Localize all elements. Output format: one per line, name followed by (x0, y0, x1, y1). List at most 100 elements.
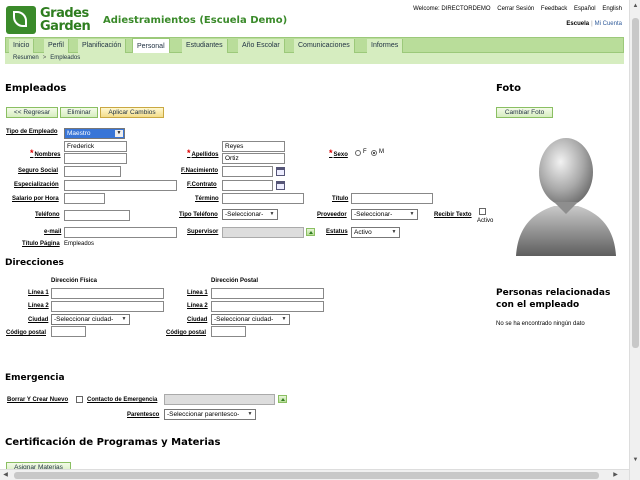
leaf-logo-icon (6, 6, 36, 34)
horizontal-scrollbar[interactable]: ◀ ▶ (0, 469, 629, 480)
feedback-link[interactable]: Feedback (541, 6, 567, 12)
page-title: Empleados (5, 83, 67, 94)
sexo-label: *Sexo (329, 148, 348, 158)
espanol-link[interactable]: Español (574, 6, 596, 12)
personas-empty-text: No se ha encontrado ningún dato (496, 321, 585, 327)
contacto-emergencia-label: Contacto de Emergencia (87, 397, 158, 403)
email-label: e-mail (44, 229, 62, 235)
tab-personal[interactable]: Personal (132, 38, 170, 54)
especializacion-label: Especialización (14, 182, 59, 188)
scroll-thumb-h[interactable] (14, 472, 599, 479)
tipo-telefono-select[interactable]: -Seleccionar- ▼ (222, 209, 278, 220)
apellido-paterno-input[interactable]: Reyes (222, 141, 285, 152)
scroll-up-icon[interactable]: ▲ (632, 3, 639, 10)
chevron-down-icon: ▼ (281, 316, 287, 322)
fisica-linea2-label: Línea 2 (28, 303, 49, 309)
logo-text: Grades Garden (40, 6, 91, 34)
tab-comunicaciones[interactable]: Comunicaciones (294, 39, 355, 53)
termino-input[interactable] (222, 193, 304, 204)
welcome-text: Welcome: DIRECTORDEMO (413, 6, 491, 12)
postal-linea1-input[interactable] (211, 288, 324, 299)
postal-codigo-postal-label: Código postal (166, 330, 206, 336)
postal-linea2-input[interactable] (211, 301, 324, 312)
email-input[interactable] (64, 227, 177, 238)
salario-input[interactable] (64, 193, 105, 204)
tipo-empleado-select[interactable]: Maestro ▼ (64, 128, 125, 139)
scroll-right-icon[interactable]: ▶ (612, 472, 619, 479)
lookup-arrow-icon[interactable] (278, 395, 287, 403)
tipo-telefono-label: Tipo Teléfono (179, 212, 218, 218)
direcciones-title: Direcciones (5, 258, 64, 268)
english-link[interactable]: English (602, 6, 622, 12)
salario-label: Salario por Hora (12, 196, 59, 202)
fisica-ciudad-label: Ciudad (28, 317, 49, 323)
tab-perfil[interactable]: Perfil (44, 39, 69, 53)
tab-estudiantes[interactable]: Estudiantes (182, 39, 228, 53)
sexo-f-radio[interactable] (355, 150, 361, 156)
activo-checkbox-label: Activo (477, 218, 494, 224)
proveedor-select[interactable]: -Seleccionar- ▼ (351, 209, 418, 220)
apellido-materno-input[interactable]: Ortiz (222, 153, 285, 164)
logo[interactable]: Grades Garden (6, 6, 94, 36)
required-icon: * (30, 148, 34, 158)
escuela-link[interactable]: Escuela (566, 21, 589, 27)
mi-cuenta-link[interactable]: Mi Cuenta (595, 21, 622, 27)
borrar-crear-checkbox[interactable] (76, 396, 83, 403)
calendar-icon[interactable] (276, 181, 285, 190)
breadcrumb: Resumen > Empleados (5, 53, 624, 64)
f-contrato-label: F.Contrato (187, 182, 217, 188)
lookup-arrow-icon[interactable] (306, 228, 315, 236)
nombres-input[interactable]: Frederick (64, 141, 127, 152)
regresar-button[interactable]: << Regresar (6, 107, 58, 118)
main-nav: Inicio Perfil Planificación Personal Est… (5, 37, 624, 54)
titulo-input[interactable] (351, 193, 433, 204)
cerrar-sesion-link[interactable]: Cerrar Sesión (497, 6, 534, 12)
telefono-label: Teléfono (35, 212, 60, 218)
vertical-scrollbar[interactable]: ▲ ▼ (629, 0, 640, 480)
chevron-down-icon: ▼ (121, 316, 127, 322)
breadcrumb-resumen[interactable]: Resumen (13, 55, 39, 61)
sexo-m-radio[interactable] (371, 150, 377, 156)
recibir-texto-checkbox[interactable] (479, 208, 486, 215)
supervisor-label: Supervisor (187, 229, 219, 235)
chevron-down-icon: ▼ (409, 211, 415, 217)
postal-ciudad-select[interactable]: -Seleccionar ciudad- ▼ (211, 314, 290, 325)
estatus-select[interactable]: Activo ▼ (351, 227, 400, 238)
tab-informes[interactable]: Informes (367, 39, 404, 53)
scroll-left-icon[interactable]: ◀ (2, 472, 9, 479)
f-contrato-input[interactable] (222, 180, 273, 191)
fisica-linea2-input[interactable] (51, 301, 164, 312)
certificacion-title: Certificación de Programas y Materias (5, 437, 221, 448)
tab-planificacion[interactable]: Planificación (78, 39, 127, 53)
f-nacimiento-input[interactable] (222, 166, 273, 177)
postal-linea1-label: Línea 1 (187, 290, 208, 296)
borrar-crear-label: Borrar Y Crear Nuevo (7, 397, 69, 403)
tab-inicio[interactable]: Inicio (9, 39, 35, 53)
postal-codigo-postal-input[interactable] (211, 326, 246, 337)
calendar-icon[interactable] (276, 167, 285, 176)
foto-title: Foto (496, 83, 521, 94)
seguro-social-input[interactable] (64, 166, 121, 177)
scroll-down-icon[interactable]: ▼ (632, 457, 639, 464)
parentesco-select[interactable]: -Seleccionar parentesco- ▼ (164, 409, 256, 420)
especializacion-input[interactable] (64, 180, 177, 191)
titulo-pagina-label: Título Página (22, 241, 60, 247)
required-icon: * (329, 148, 333, 158)
titulo-label: Título (332, 196, 349, 202)
required-icon: * (187, 148, 191, 158)
nombres-input-2[interactable] (64, 153, 127, 164)
scroll-thumb[interactable] (632, 18, 639, 348)
eliminar-button[interactable]: Eliminar (60, 107, 98, 118)
apellidos-label: *Apellidos (187, 148, 219, 158)
cambiar-foto-button[interactable]: Cambiar Foto (496, 107, 553, 118)
fisica-codigo-postal-input[interactable] (51, 326, 86, 337)
chevron-down-icon: ▼ (269, 211, 275, 217)
f-nacimiento-label: F.Nacimiento (181, 168, 219, 174)
fisica-linea1-input[interactable] (51, 288, 164, 299)
tab-ano-escolar[interactable]: Año Escolar (238, 39, 285, 53)
fisica-ciudad-select[interactable]: -Seleccionar ciudad- ▼ (51, 314, 130, 325)
aplicar-cambios-button[interactable]: Aplicar Cambios (100, 107, 164, 118)
telefono-input[interactable] (64, 210, 130, 221)
sexo-m-label: M (379, 149, 384, 155)
tipo-empleado-label: Tipo de Empleado (6, 129, 58, 135)
